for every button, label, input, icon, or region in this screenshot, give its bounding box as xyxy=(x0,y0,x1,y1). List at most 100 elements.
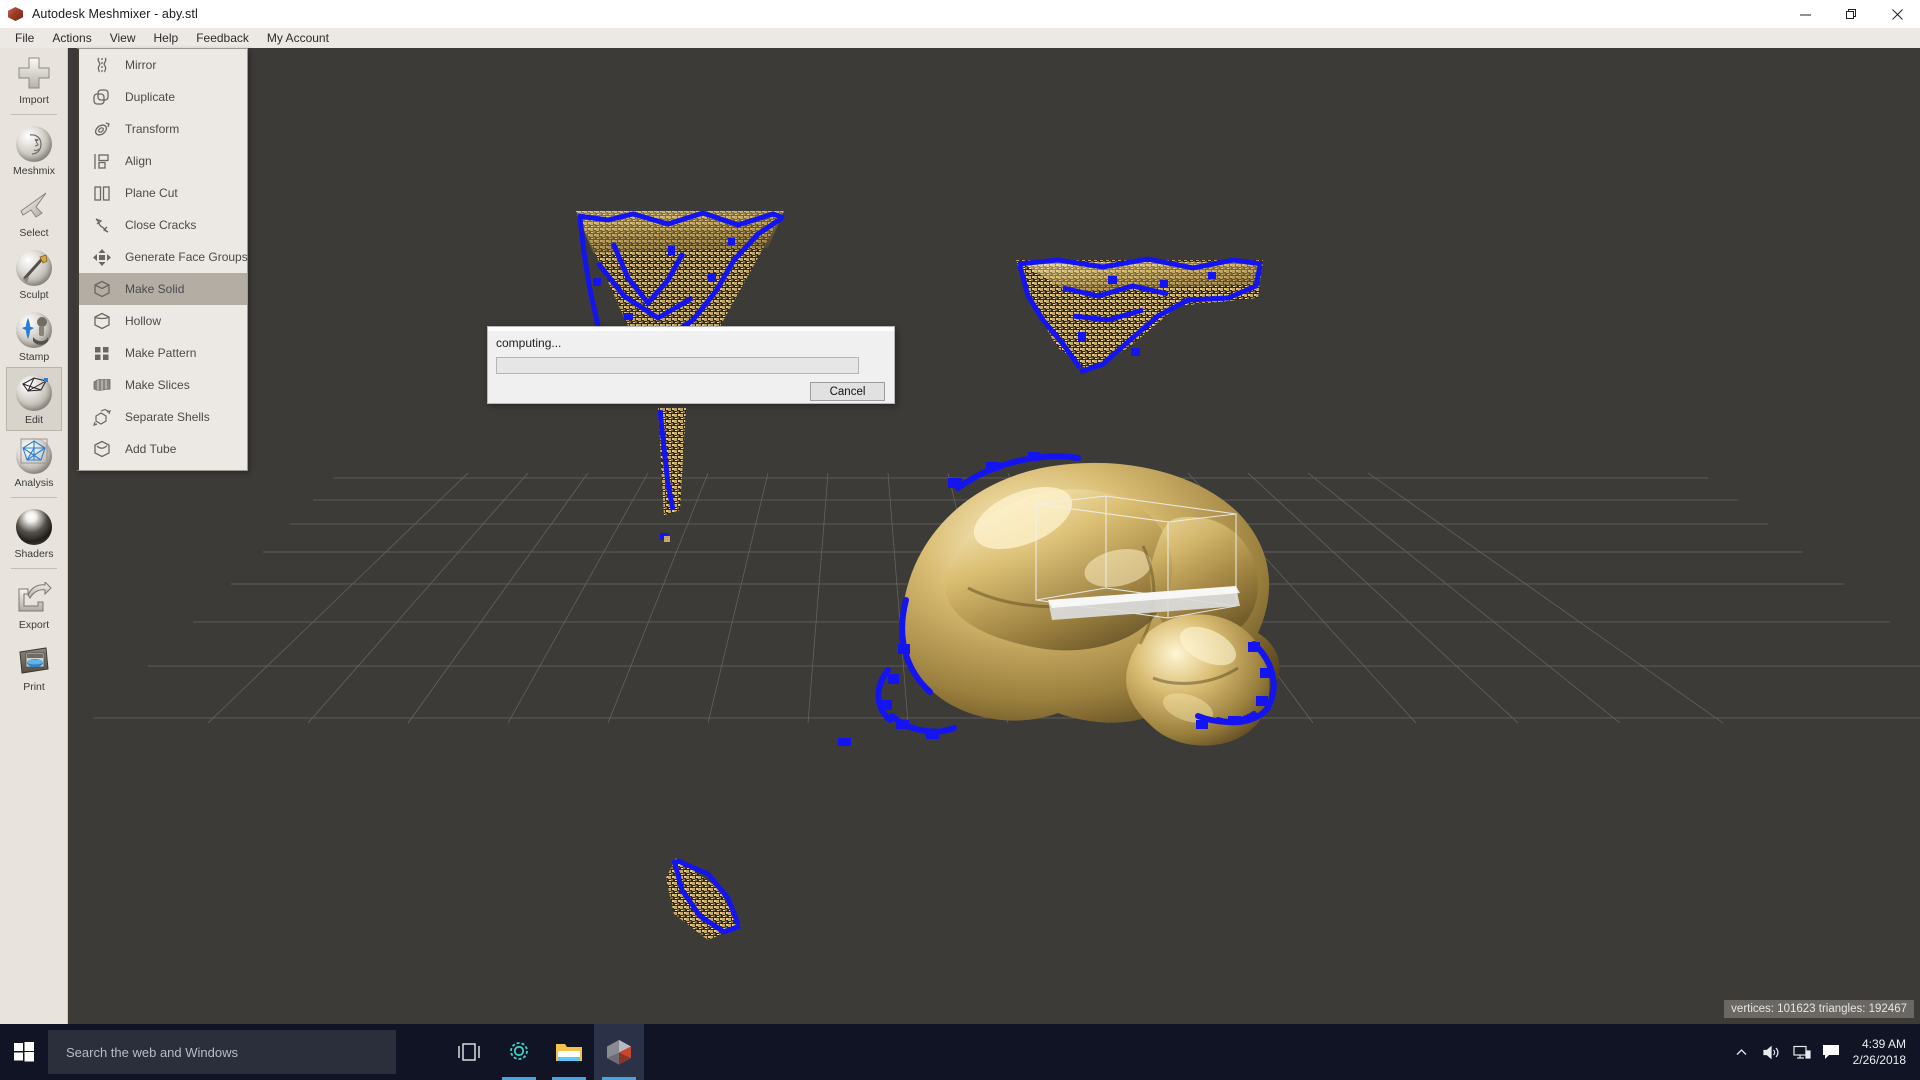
progress-bar xyxy=(496,357,859,374)
task-view-icon[interactable] xyxy=(444,1024,494,1080)
menu-item-label: Align xyxy=(125,154,152,168)
tool-label: Shaders xyxy=(14,548,54,560)
tool-stamp[interactable]: Stamp xyxy=(0,305,68,367)
menu-my-account[interactable]: My Account xyxy=(258,29,338,47)
menu-item-hollow[interactable]: Hollow xyxy=(79,305,247,337)
mesh-fragment-sliver xyxy=(657,408,686,542)
tool-edit[interactable]: Edit xyxy=(6,367,62,431)
tool-label: Print xyxy=(23,681,45,693)
menu-item-make-solid[interactable]: Make Solid xyxy=(79,273,247,305)
tool-select[interactable]: Select xyxy=(0,181,68,243)
menu-item-label: Hollow xyxy=(125,314,162,328)
add-tube-icon xyxy=(89,438,115,460)
close-cracks-icon xyxy=(89,214,115,236)
dialog-message: computing... xyxy=(496,336,562,350)
cancel-button[interactable]: Cancel xyxy=(810,382,885,401)
menu-feedback[interactable]: Feedback xyxy=(187,29,258,47)
separate-shells-icon xyxy=(89,406,115,428)
action-center-icon[interactable] xyxy=(1817,1024,1845,1080)
close-icon[interactable] xyxy=(1874,0,1920,28)
search-input[interactable]: Search the web and Windows xyxy=(48,1030,396,1074)
search-placeholder: Search the web and Windows xyxy=(66,1044,238,1060)
tool-label: Select xyxy=(19,227,49,239)
viewport-canvas xyxy=(93,210,1920,940)
windows-taskbar: Search the web and Windows 4:39 AM 2/26/… xyxy=(0,1024,1920,1080)
tool-meshmix[interactable]: Meshmix xyxy=(0,119,68,181)
title-bar: Autodesk Meshmixer - aby.stl xyxy=(0,0,1920,28)
tool-export[interactable]: Export xyxy=(0,573,68,635)
tool-label: Meshmix xyxy=(12,165,55,177)
menu-item-make-pattern[interactable]: Make Pattern xyxy=(79,337,247,369)
taskbar-clock[interactable]: 4:39 AM 2/26/2018 xyxy=(1845,1036,1920,1068)
menu-item-label: Separate Shells xyxy=(125,410,210,424)
system-tray: 4:39 AM 2/26/2018 xyxy=(1727,1024,1920,1080)
menu-item-label: Plane Cut xyxy=(125,186,178,200)
clock-date: 2/26/2018 xyxy=(1852,1053,1906,1067)
tool-label: Edit xyxy=(24,414,44,426)
align-icon xyxy=(89,150,115,172)
tool-rail: Import Meshmix Select Sculpt Stamp Edit … xyxy=(0,48,68,1024)
tool-label: Export xyxy=(18,619,50,631)
plane-cut-icon xyxy=(89,182,115,204)
meshmixer-icon[interactable] xyxy=(594,1024,644,1080)
brush-sphere-icon xyxy=(14,248,54,288)
stamp-sphere-icon xyxy=(14,310,54,350)
mesh-fragment-bottom-left xyxy=(666,857,741,940)
minimize-icon[interactable] xyxy=(1782,0,1828,28)
make-slices-icon xyxy=(89,374,115,396)
menu-item-label: Generate Face Groups xyxy=(125,250,248,264)
chevron-up-icon[interactable] xyxy=(1727,1024,1757,1080)
meshmixer-hex-icon xyxy=(8,6,24,22)
window-controls xyxy=(1782,0,1920,28)
plus-icon xyxy=(14,53,54,93)
application-window: Autodesk Meshmixer - aby.stl File Action… xyxy=(0,0,1920,1080)
mesh-statistics: vertices: 101623 triangles: 192467 xyxy=(1724,1000,1914,1018)
menu-help[interactable]: Help xyxy=(145,29,188,47)
mirror-icon xyxy=(89,54,115,76)
export-arrow-icon xyxy=(14,578,54,618)
menu-item-duplicate[interactable]: Duplicate xyxy=(79,81,247,113)
menu-view[interactable]: View xyxy=(101,29,145,47)
window-title: Autodesk Meshmixer - aby.stl xyxy=(32,7,198,21)
tool-analysis[interactable]: Analysis xyxy=(0,431,68,493)
menu-item-label: Make Solid xyxy=(125,282,185,296)
menu-item-close-cracks[interactable]: Close Cracks xyxy=(79,209,247,241)
tool-label: Analysis xyxy=(14,477,54,489)
network-icon[interactable] xyxy=(1787,1024,1817,1080)
menu-item-label: Add Tube xyxy=(125,442,177,456)
folder-icon[interactable] xyxy=(544,1024,594,1080)
tool-print[interactable]: Print xyxy=(0,635,68,697)
clock-time: 4:39 AM xyxy=(1861,1037,1906,1051)
menu-item-label: Make Pattern xyxy=(125,346,197,360)
windows-logo-icon[interactable] xyxy=(0,1024,48,1080)
speaker-icon[interactable] xyxy=(1757,1024,1787,1080)
menu-file[interactable]: File xyxy=(6,29,43,47)
menu-actions[interactable]: Actions xyxy=(43,29,100,47)
cursor-arrow-icon xyxy=(14,186,54,226)
computing-progress-dialog: computing... Cancel xyxy=(487,326,895,404)
3d-viewport[interactable]: vertices: 101623 triangles: 192467 xyxy=(68,48,1920,1024)
printer-icon xyxy=(14,640,54,680)
shader-sphere-icon xyxy=(14,507,54,547)
tool-label: Stamp xyxy=(18,351,50,363)
tool-sculpt[interactable]: Sculpt xyxy=(0,243,68,305)
menu-item-align[interactable]: Align xyxy=(79,145,247,177)
duplicate-icon xyxy=(89,86,115,108)
menu-item-make-slices[interactable]: Make Slices xyxy=(79,369,247,401)
menu-item-label: Close Cracks xyxy=(125,218,197,232)
menu-item-plane-cut[interactable]: Plane Cut xyxy=(79,177,247,209)
restore-icon[interactable] xyxy=(1828,0,1874,28)
menu-item-transform[interactable]: Transform xyxy=(79,113,247,145)
menu-item-generate-face-groups[interactable]: Generate Face Groups xyxy=(79,241,248,273)
rail-separator xyxy=(10,497,57,498)
tool-import[interactable]: Import xyxy=(0,48,68,110)
tool-shaders[interactable]: Shaders xyxy=(0,502,68,564)
analysis-sphere-icon xyxy=(14,436,54,476)
cortana-icon[interactable] xyxy=(494,1024,544,1080)
mesh-fragment-upper-right xyxy=(1016,256,1263,375)
menu-item-mirror[interactable]: Mirror xyxy=(79,49,247,81)
menu-item-add-tube[interactable]: Add Tube xyxy=(79,433,247,465)
edit-menu-panel: Mirror Duplicate Transform Align Plane C… xyxy=(76,48,248,471)
menu-item-separate-shells[interactable]: Separate Shells xyxy=(79,401,247,433)
menu-item-label: Make Slices xyxy=(125,378,190,392)
